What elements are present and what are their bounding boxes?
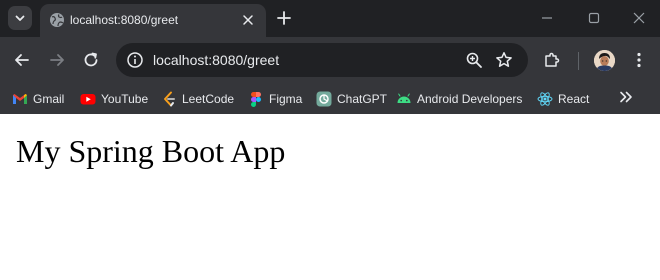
- new-tab-icon[interactable]: [276, 10, 292, 26]
- gmail-icon: [13, 93, 27, 104]
- chatgpt-icon: [316, 91, 332, 106]
- bookmark-label: LeetCode: [182, 91, 235, 106]
- bookmark-star-icon[interactable]: [495, 51, 513, 69]
- info-icon[interactable]: [126, 51, 144, 69]
- bookmark-chatgpt[interactable]: ChatGPT: [316, 89, 387, 108]
- tab-search-button[interactable]: [8, 6, 32, 30]
- close-icon[interactable]: [240, 12, 256, 28]
- bookmark-label: YouTube: [101, 91, 149, 106]
- back-arrow-icon[interactable]: [13, 51, 31, 69]
- zoom-icon[interactable]: [465, 51, 483, 69]
- toolbar-divider: [578, 52, 579, 70]
- bookmark-label: React: [558, 91, 590, 106]
- person-icon: [594, 50, 615, 71]
- extensions-puzzle-icon[interactable]: [543, 51, 561, 69]
- bookmark-label: ChatGPT: [337, 91, 388, 106]
- bookmark-android-developers[interactable]: Android Developers: [396, 89, 522, 108]
- bookmark-leetcode[interactable]: LeetCode: [161, 89, 234, 108]
- forward-arrow-icon[interactable]: [48, 51, 66, 69]
- bookmark-label: Android Developers: [417, 91, 523, 106]
- reload-icon[interactable]: [82, 51, 100, 69]
- bookmark-gmail[interactable]: Gmail: [12, 89, 64, 108]
- chevron-double-right-icon[interactable]: [618, 89, 634, 105]
- maximize-icon[interactable]: [587, 11, 601, 25]
- bookmark-figma[interactable]: Figma: [248, 89, 302, 108]
- react-icon: [537, 91, 553, 106]
- tab-strip: localhost:8080/greet: [0, 0, 660, 37]
- window-close-icon[interactable]: [632, 11, 646, 25]
- bookmarks-bar: Gmail YouTube LeetCode Figma ChatGPT And…: [0, 83, 660, 114]
- address-bar[interactable]: localhost:8080/greet: [116, 43, 528, 77]
- toolbar: localhost:8080/greet: [0, 37, 660, 83]
- bookmark-label: Gmail: [33, 91, 65, 106]
- chevron-down-icon: [15, 15, 25, 21]
- tab-active[interactable]: localhost:8080/greet: [40, 4, 266, 37]
- more-vert-icon[interactable]: [630, 51, 648, 69]
- globe-icon: [50, 13, 64, 27]
- profile-avatar[interactable]: [594, 50, 615, 71]
- tab-title: localhost:8080/greet: [70, 13, 179, 27]
- youtube-icon: [80, 93, 96, 104]
- bookmark-label: Figma: [269, 91, 303, 106]
- android-icon: [397, 93, 411, 103]
- bookmark-youtube[interactable]: YouTube: [80, 89, 148, 108]
- url-text[interactable]: localhost:8080/greet: [153, 51, 279, 69]
- bookmark-react[interactable]: React: [537, 89, 589, 108]
- browser-chrome: localhost:8080/greet localhost:8080/gree…: [0, 0, 660, 114]
- page-heading: My Spring Boot App: [16, 133, 286, 169]
- page-content: My Spring Boot App: [0, 114, 660, 280]
- leetcode-icon: [164, 91, 175, 106]
- figma-icon: [251, 91, 261, 107]
- minimize-icon[interactable]: [540, 11, 554, 25]
